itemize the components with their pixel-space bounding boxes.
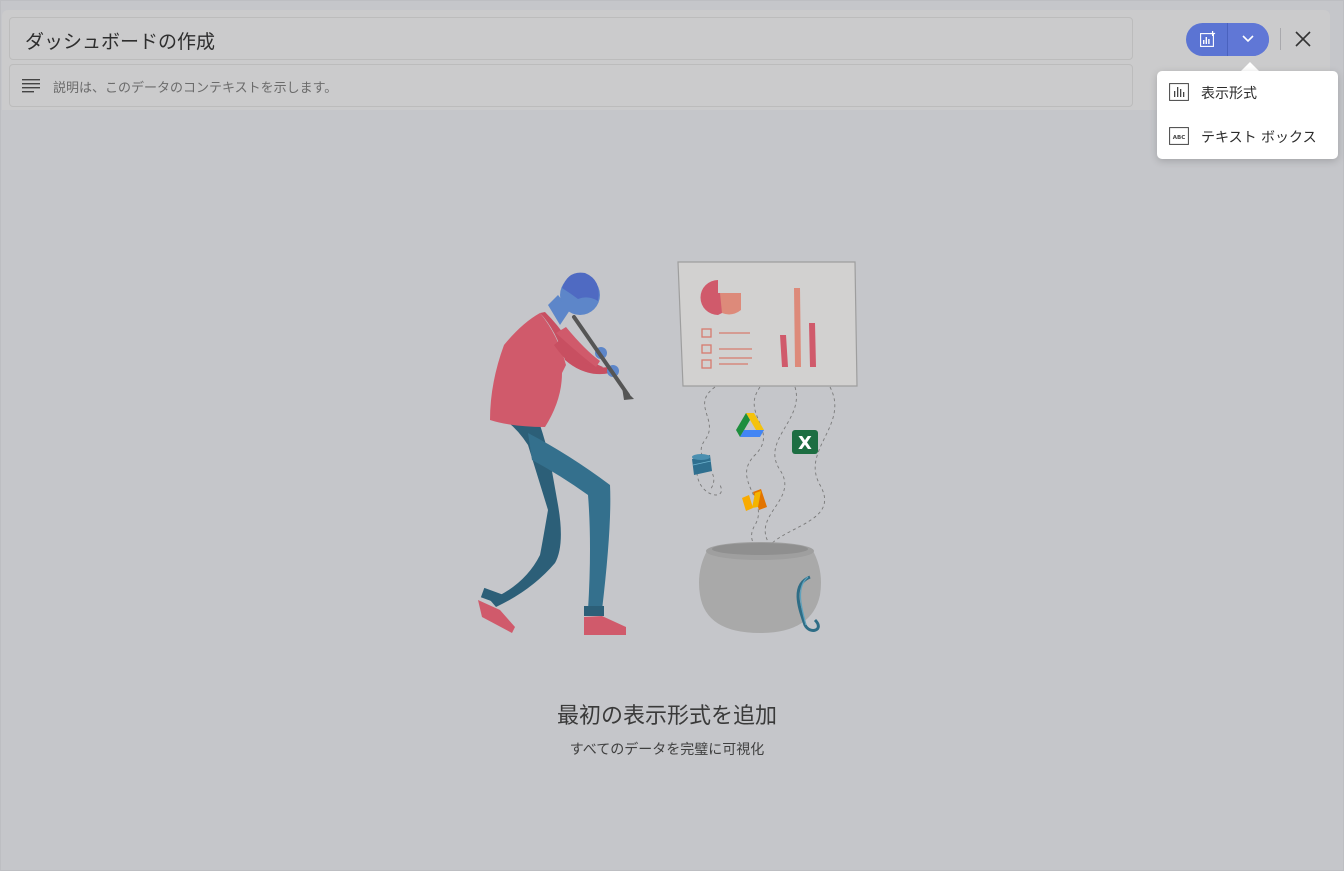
empty-state-title: 最初の表示形式を追加 bbox=[556, 704, 777, 729]
add-chart-icon bbox=[1200, 31, 1216, 47]
flute-player bbox=[478, 272, 634, 635]
drive-logo bbox=[736, 413, 764, 437]
presentation-board bbox=[677, 261, 858, 387]
close-button[interactable] bbox=[1292, 28, 1314, 50]
lines-icon bbox=[22, 79, 40, 93]
menu-item-visualization[interactable]: 表示形式 bbox=[1157, 71, 1338, 115]
add-menu-dropdown-button[interactable] bbox=[1228, 23, 1269, 56]
pot bbox=[699, 542, 821, 633]
excel-logo: X bbox=[792, 430, 818, 454]
empty-state-subtitle: すべてのデータを完璧に可視化 bbox=[569, 742, 765, 758]
add-visualization-split-button bbox=[1186, 23, 1269, 56]
empty-state-illustration: X bbox=[478, 261, 858, 635]
bar-chart-icon bbox=[1169, 83, 1189, 101]
description-placeholder: 説明は、このデータのコンテキストを示します。 bbox=[53, 81, 338, 96]
close-icon bbox=[1295, 31, 1311, 47]
database-icon bbox=[692, 454, 712, 475]
menu-item-label: テキスト ボックス bbox=[1201, 130, 1317, 146]
toolbar-separator bbox=[1280, 28, 1281, 50]
svg-text:X: X bbox=[798, 433, 812, 454]
menu-item-text-box[interactable]: ABC テキスト ボックス bbox=[1157, 115, 1338, 159]
dashboard-title-text: ダッシュボードの作成 bbox=[25, 31, 216, 53]
add-visualization-button[interactable] bbox=[1186, 23, 1227, 56]
description-input[interactable]: 説明は、このデータのコンテキストを示します。 bbox=[9, 64, 1133, 107]
chevron-down-icon bbox=[1242, 35, 1254, 43]
dashboard-title-input[interactable]: ダッシュボードの作成 bbox=[9, 17, 1133, 60]
svg-text:ABC: ABC bbox=[1173, 135, 1186, 141]
text-box-icon: ABC bbox=[1169, 127, 1189, 145]
analytics-logo bbox=[742, 489, 767, 511]
menu-item-label: 表示形式 bbox=[1201, 86, 1257, 102]
add-dropdown-menu: 表示形式 ABC テキスト ボックス bbox=[1157, 71, 1338, 159]
